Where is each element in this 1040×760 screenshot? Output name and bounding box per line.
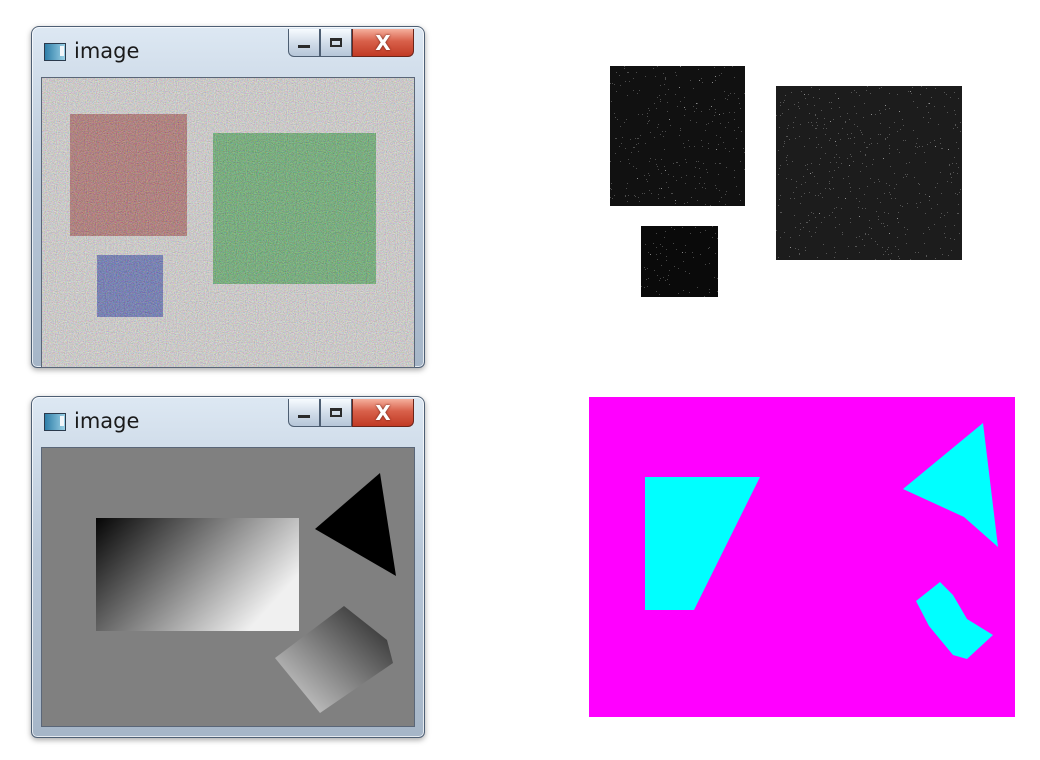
window-titlebar[interactable]: image X	[32, 27, 424, 73]
close-icon: X	[375, 400, 391, 425]
image-canvas-gray	[41, 447, 415, 727]
noise-overlay	[42, 78, 414, 367]
image-canvas-noisy	[41, 77, 415, 368]
gray-shapes-image	[42, 448, 414, 726]
maximize-icon	[330, 408, 342, 417]
image-window-gray: image X	[31, 396, 425, 738]
close-button[interactable]: X	[352, 29, 414, 57]
window-title: image	[74, 39, 140, 63]
minimize-button[interactable]	[288, 399, 320, 427]
maximize-icon	[330, 38, 342, 47]
image-window-icon	[44, 43, 66, 61]
minimize-icon	[298, 45, 310, 48]
window-titlebar[interactable]: image X	[32, 397, 424, 443]
maximize-button[interactable]	[320, 29, 352, 57]
gradient-rectangle	[96, 518, 299, 631]
segmentation-panel	[589, 397, 1015, 717]
window-title: image	[74, 409, 140, 433]
binary-mask-panel	[588, 26, 1002, 338]
noisy-color-image	[42, 78, 414, 367]
minimize-icon	[298, 415, 310, 418]
image-window-icon	[44, 413, 66, 431]
close-icon: X	[375, 30, 391, 55]
maximize-button[interactable]	[320, 399, 352, 427]
segmentation-image	[589, 397, 1015, 717]
image-window-noisy: image X	[31, 26, 425, 368]
binary-noise-image	[588, 26, 1002, 338]
minimize-button[interactable]	[288, 29, 320, 57]
close-button[interactable]: X	[352, 399, 414, 427]
